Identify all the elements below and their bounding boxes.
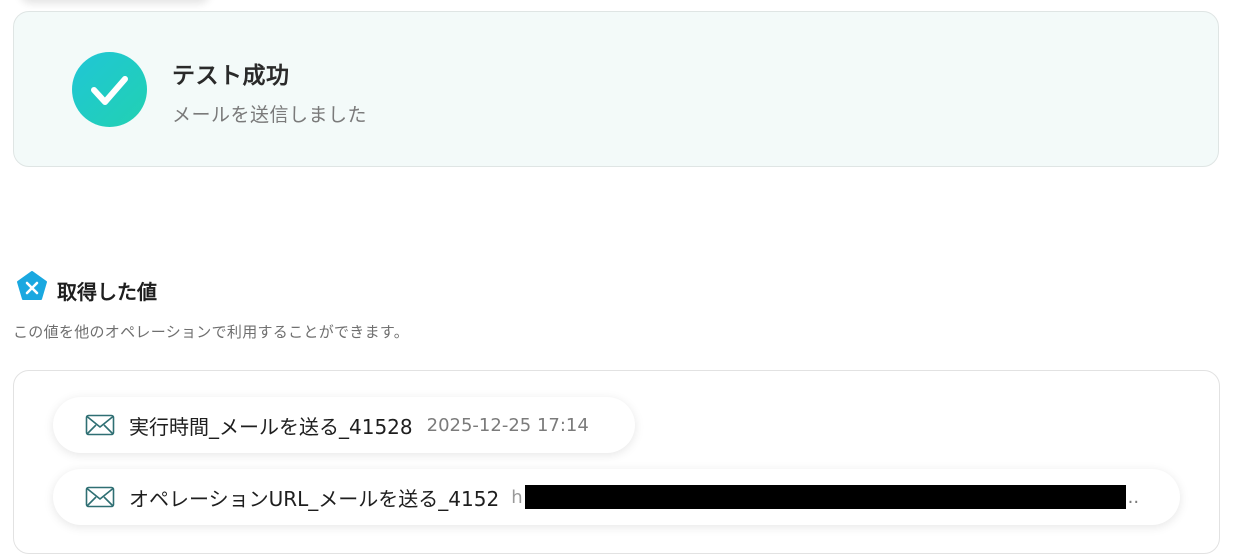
value-name: 実行時間_メールを送る_41528 [129,414,413,439]
mail-icon [85,486,115,508]
page: テスト成功 メールを送信しました 取得した値 この値を他のオペレーションで利用す… [0,0,1240,560]
success-title: テスト成功 [172,63,290,89]
value-content-prefix: h [511,486,523,508]
test-success-card: テスト成功 メールを送信しました [13,11,1219,167]
section-description: この値を他のオペレーションで利用することができます。 [13,323,410,341]
value-ellipsis: .. [1127,486,1140,508]
section-title: 取得した値 [57,280,157,304]
success-message: メールを送信しました [172,104,368,126]
value-item-execution-time[interactable]: 実行時間_メールを送る_41528 2025-12-25 17:14 [53,397,635,453]
value-name: オペレーションURL_メールを送る_4152 [129,486,500,511]
value-content: 2025-12-25 17:14 [426,414,589,436]
mail-icon [85,414,115,436]
value-item-operation-url[interactable]: オペレーションURL_メールを送る_4152 h .. [53,469,1180,525]
redacted-block [524,485,1126,509]
checkmark-icon [72,52,147,127]
yoom-logo-icon [15,270,49,304]
